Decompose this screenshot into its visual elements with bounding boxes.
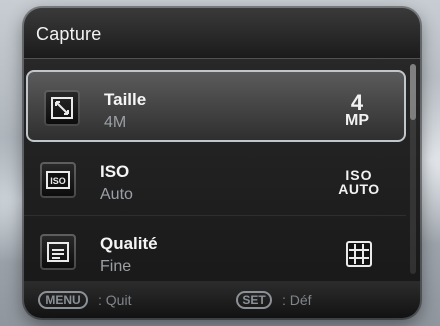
- iso-text: ISO: [345, 167, 373, 183]
- menu-item-iso[interactable]: ISO ISO Auto ISO AUTO: [24, 144, 406, 216]
- menu-key: MENU: [38, 291, 88, 309]
- menu-list: Taille 4M 4 MP ISO ISO Auto ISO AUTO Qua…: [24, 60, 406, 282]
- menu-item-value: 4M: [104, 114, 127, 131]
- quit-hint: : Quit: [98, 292, 132, 308]
- menu-item-label: Taille: [104, 90, 147, 109]
- size-megapixel-number: 4: [350, 89, 364, 115]
- iso-icon: ISO: [40, 162, 76, 198]
- menu-title: Capture: [36, 24, 102, 44]
- menu-scroll-thumb[interactable]: [410, 64, 416, 120]
- menu-title-bar: Capture: [24, 8, 420, 59]
- size-megapixel-unit: MP: [345, 111, 369, 129]
- menu-item-label: Qualité: [100, 234, 158, 253]
- menu-item-qualite[interactable]: Qualité Fine: [24, 216, 406, 288]
- quality-grid-icon: [336, 232, 382, 276]
- auto-text: AUTO: [338, 181, 380, 197]
- iso-auto-icon: ISO AUTO: [336, 160, 382, 204]
- quality-icon: [40, 234, 76, 270]
- set-key: SET: [236, 291, 272, 309]
- default-hint: : Déf: [282, 292, 312, 308]
- menu-item-value: Fine: [100, 258, 132, 275]
- camera-menu-panel: Capture Taille 4M 4 MP ISO ISO Auto ISO …: [24, 8, 420, 318]
- menu-item-value: Auto: [100, 186, 133, 203]
- svg-text:ISO: ISO: [50, 176, 66, 186]
- size-4mp-icon: 4 MP: [334, 88, 380, 132]
- menu-footer: MENU : Quit SET : Déf: [24, 281, 420, 318]
- menu-item-taille[interactable]: Taille 4M 4 MP: [26, 70, 406, 142]
- menu-scrollbar[interactable]: [410, 64, 416, 274]
- menu-item-label: ISO: [100, 162, 130, 181]
- resize-icon: [44, 90, 80, 126]
